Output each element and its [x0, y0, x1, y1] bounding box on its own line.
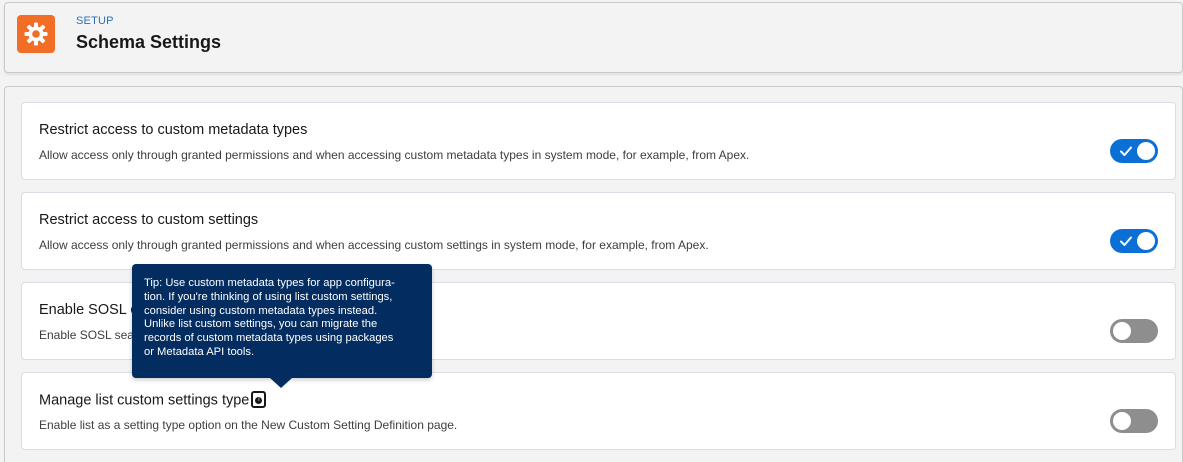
- setting-title: Manage list custom settings type: [39, 392, 250, 409]
- tooltip-line: Unlike list custom settings, you can mig…: [144, 318, 378, 331]
- tooltip-line: tion. If you're thinking of using list c…: [144, 290, 393, 303]
- setting-description: Allow access only through granted permis…: [39, 148, 750, 162]
- toggle-knob: [1113, 412, 1131, 430]
- setting-title: Enable SOSL o: [39, 302, 139, 318]
- toggle-knob: [1137, 232, 1155, 250]
- setting-description: Enable SOSL sea: [39, 328, 134, 342]
- setting-title: Restrict access to custom settings: [39, 212, 259, 228]
- setting-description: Allow access only through granted permis…: [39, 238, 709, 252]
- setting-description: Enable list as a setting type option on …: [39, 418, 458, 432]
- page-title: Schema Settings: [76, 32, 222, 52]
- checkmark-icon: [1120, 146, 1132, 156]
- setting-card-list-custom-settings: Manage list custom settings type i Enable…: [21, 372, 1176, 450]
- gear-icon: [17, 15, 55, 53]
- tooltip-line: records of custom metadata types using p…: [144, 332, 394, 345]
- manage-list-custom-settings-toggle[interactable]: [1110, 409, 1158, 433]
- toggle-knob: [1137, 142, 1155, 160]
- restrict-custom-metadata-toggle[interactable]: [1110, 139, 1158, 163]
- tooltip-line: or Metadata API tools.: [144, 345, 255, 358]
- restrict-custom-settings-toggle[interactable]: [1110, 229, 1158, 253]
- setting-title: Restrict access to custom metadata types: [39, 122, 308, 138]
- setting-title-row: Manage list custom settings type i: [39, 391, 267, 409]
- setting-card-custom-settings: Restrict access to custom settings Allow…: [21, 192, 1176, 270]
- tooltip-line: consider using custom metadata types ins…: [144, 304, 378, 317]
- tooltip-arrow: [270, 378, 292, 388]
- tooltip-line: Tip: Use custom metadata types for app c…: [144, 277, 395, 289]
- page-header: SETUP Schema Settings: [4, 2, 1183, 73]
- enable-sosl-toggle[interactable]: [1110, 319, 1158, 343]
- info-icon[interactable]: i: [251, 391, 267, 408]
- breadcrumb: SETUP: [76, 15, 114, 27]
- setting-card-custom-metadata: Restrict access to custom metadata types…: [21, 102, 1176, 180]
- info-tooltip: Tip: Use custom metadata types for app c…: [132, 264, 432, 378]
- toggle-knob: [1113, 322, 1131, 340]
- checkmark-icon: [1120, 236, 1132, 246]
